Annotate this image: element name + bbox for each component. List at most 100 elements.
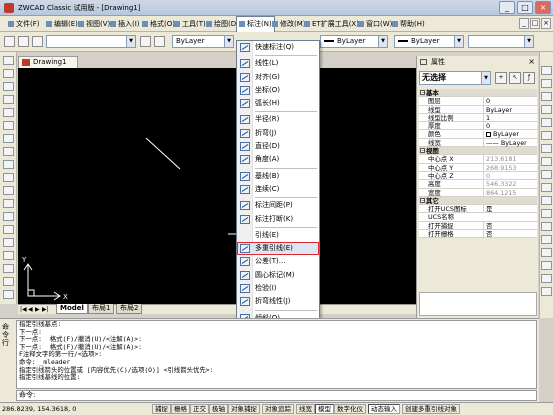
- lengthen-tool-icon[interactable]: [541, 183, 552, 192]
- minimize-button[interactable]: _: [499, 1, 515, 14]
- property-row[interactable]: 线型比例 1: [419, 113, 537, 123]
- chamfer-tool-icon[interactable]: [541, 248, 552, 257]
- mtext-tool-icon[interactable]: [3, 290, 14, 299]
- property-row[interactable]: 线型 ByLayer: [419, 105, 537, 114]
- layer-visibility-icon[interactable]: [32, 36, 43, 47]
- menu-dimension[interactable]: 标注(N): [236, 16, 275, 32]
- properties-match-icon[interactable]: [541, 287, 552, 296]
- scale-tool-icon[interactable]: [541, 157, 552, 166]
- insert-block-tool-icon[interactable]: [3, 199, 14, 208]
- dimension-menu-item[interactable]: 线性(L): [237, 57, 319, 70]
- hatch-tool-icon[interactable]: [3, 238, 14, 247]
- pin-icon[interactable]: [420, 59, 427, 65]
- property-row[interactable]: 高度 546.3322: [419, 180, 537, 189]
- property-row[interactable]: 中心点 Y 268.9153: [419, 163, 537, 172]
- menu-insert[interactable]: 插入(I): [108, 17, 142, 31]
- point-tool-icon[interactable]: [3, 225, 14, 234]
- explode-tool-icon[interactable]: [541, 274, 552, 283]
- property-row[interactable]: 图层 0: [419, 97, 537, 106]
- line-tool-icon[interactable]: [3, 56, 14, 65]
- property-row[interactable]: 颜色 ByLayer: [419, 130, 537, 139]
- menu-window[interactable]: 窗口(W): [356, 17, 394, 31]
- dimension-menu-item[interactable]: 折弯线性(J): [237, 295, 319, 308]
- dimension-menu-item[interactable]: 弧长(H): [237, 97, 319, 110]
- menu-help[interactable]: 帮助(H): [390, 17, 427, 31]
- property-row[interactable]: 中心点 Z 0: [419, 171, 537, 181]
- spline-tool-icon[interactable]: [3, 160, 14, 169]
- lineweight-combo[interactable]: ByLayer ▼: [394, 35, 464, 48]
- make-block-tool-icon[interactable]: [3, 212, 14, 221]
- property-section-header[interactable]: − 基本: [419, 89, 537, 98]
- property-section-header[interactable]: − 视图: [419, 147, 537, 156]
- select-objects-icon[interactable]: ↖: [509, 72, 521, 84]
- erase-tool-icon[interactable]: [541, 66, 552, 75]
- ellipse-arc-tool-icon[interactable]: [3, 186, 14, 195]
- drawn-line[interactable]: [145, 137, 181, 170]
- tab-nav-next[interactable]: ▶: [35, 305, 40, 314]
- dimension-menu-item[interactable]: 标注打断(K): [237, 213, 319, 226]
- property-section-header[interactable]: − 其它: [419, 196, 537, 206]
- tab-nav-last[interactable]: ▶|: [42, 305, 49, 314]
- menu-view[interactable]: 视图(V): [76, 17, 112, 31]
- status-toggle[interactable]: 极轴: [209, 404, 228, 414]
- menu-et-tools[interactable]: ET扩展工具(X): [302, 17, 361, 31]
- break-tool-icon[interactable]: [541, 222, 552, 231]
- toggle-pickadd-icon[interactable]: +: [495, 72, 507, 84]
- tab-layout2[interactable]: 布局2: [116, 304, 143, 314]
- rotate-tool-icon[interactable]: [541, 144, 552, 153]
- menu-file[interactable]: 文件(F): [6, 17, 42, 31]
- property-row[interactable]: 线宽 —— ByLayer: [419, 138, 537, 148]
- property-row[interactable]: 宽度 864.1215: [419, 188, 537, 197]
- array-tool-icon[interactable]: [541, 118, 552, 127]
- cloud-tool-icon[interactable]: [3, 147, 14, 156]
- move-tool-icon[interactable]: [541, 131, 552, 140]
- dimension-menu-item[interactable]: 连续(C): [237, 183, 319, 196]
- rectangle-tool-icon[interactable]: [3, 108, 14, 117]
- property-row[interactable]: 打开捕捉 否: [419, 221, 537, 231]
- dimension-menu-item[interactable]: 公差(T)...: [237, 255, 319, 268]
- gradient-tool-icon[interactable]: [3, 251, 14, 260]
- dimension-menu-item[interactable]: 直径(D): [237, 140, 319, 153]
- menu-edit[interactable]: 编辑(E): [44, 17, 80, 31]
- table-tool-icon[interactable]: [3, 277, 14, 286]
- menu-tools[interactable]: 工具(T): [172, 17, 208, 31]
- dimension-menu-item[interactable]: 检验(I): [237, 282, 319, 295]
- status-toggle[interactable]: 栅格: [171, 404, 190, 414]
- make-current-layer-icon[interactable]: [140, 36, 151, 47]
- offset-tool-icon[interactable]: [541, 105, 552, 114]
- quick-select-icon[interactable]: ƒ: [523, 72, 535, 84]
- plot-style-combo[interactable]: ▼: [468, 35, 534, 48]
- ellipse-tool-icon[interactable]: [3, 173, 14, 182]
- status-toggle[interactable]: 对象捕捉: [228, 404, 260, 414]
- circle-tool-icon[interactable]: [3, 134, 14, 143]
- command-input[interactable]: 命令:: [16, 390, 537, 401]
- layer-manager-icon[interactable]: [4, 36, 15, 47]
- doc-close-button[interactable]: ×: [541, 18, 551, 29]
- dimension-menu-item[interactable]: 圆心标记(M): [237, 269, 319, 282]
- layer-previous-icon[interactable]: [154, 36, 165, 47]
- region-tool-icon[interactable]: [3, 264, 14, 273]
- property-row[interactable]: 厚度 0: [419, 122, 537, 131]
- fillet-tool-icon[interactable]: [541, 261, 552, 270]
- extend-tool-icon[interactable]: [541, 209, 552, 218]
- dimension-menu-item[interactable]: 标注间距(P): [237, 199, 319, 212]
- document-tab[interactable]: Drawing1: [18, 56, 78, 68]
- tab-model[interactable]: Model: [56, 304, 88, 314]
- close-button[interactable]: ×: [535, 1, 551, 14]
- tab-layout1[interactable]: 布局1: [88, 304, 115, 314]
- polyline-tool-icon[interactable]: [3, 82, 14, 91]
- status-toggle[interactable]: 模型: [315, 404, 334, 414]
- property-row[interactable]: 打开栅格 否: [419, 230, 537, 239]
- status-toggle[interactable]: 动态输入: [368, 404, 400, 414]
- dimension-menu-item[interactable]: 基线(B): [237, 170, 319, 183]
- status-toggle[interactable]: 数字化仪: [334, 404, 366, 414]
- dimension-menu-item[interactable]: 引线(E): [237, 229, 319, 242]
- doc-minimize-button[interactable]: _: [519, 18, 529, 29]
- polygon-tool-icon[interactable]: [3, 95, 14, 104]
- selection-dropdown[interactable]: 无选择 ▼: [419, 71, 491, 85]
- property-row[interactable]: 打开UCS图标 是: [419, 205, 537, 214]
- dimension-menu-item[interactable]: 坐标(O): [237, 84, 319, 97]
- copy-tool-icon[interactable]: [541, 79, 552, 88]
- layer-combo[interactable]: ▼: [46, 35, 136, 48]
- maximize-button[interactable]: □: [517, 1, 533, 14]
